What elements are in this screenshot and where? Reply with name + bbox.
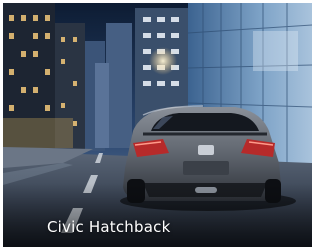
city-car-photo bbox=[3, 3, 312, 247]
vehicle-card[interactable]: Civic Hatchback bbox=[3, 3, 312, 247]
model-name-caption: Civic Hatchback bbox=[47, 218, 171, 236]
